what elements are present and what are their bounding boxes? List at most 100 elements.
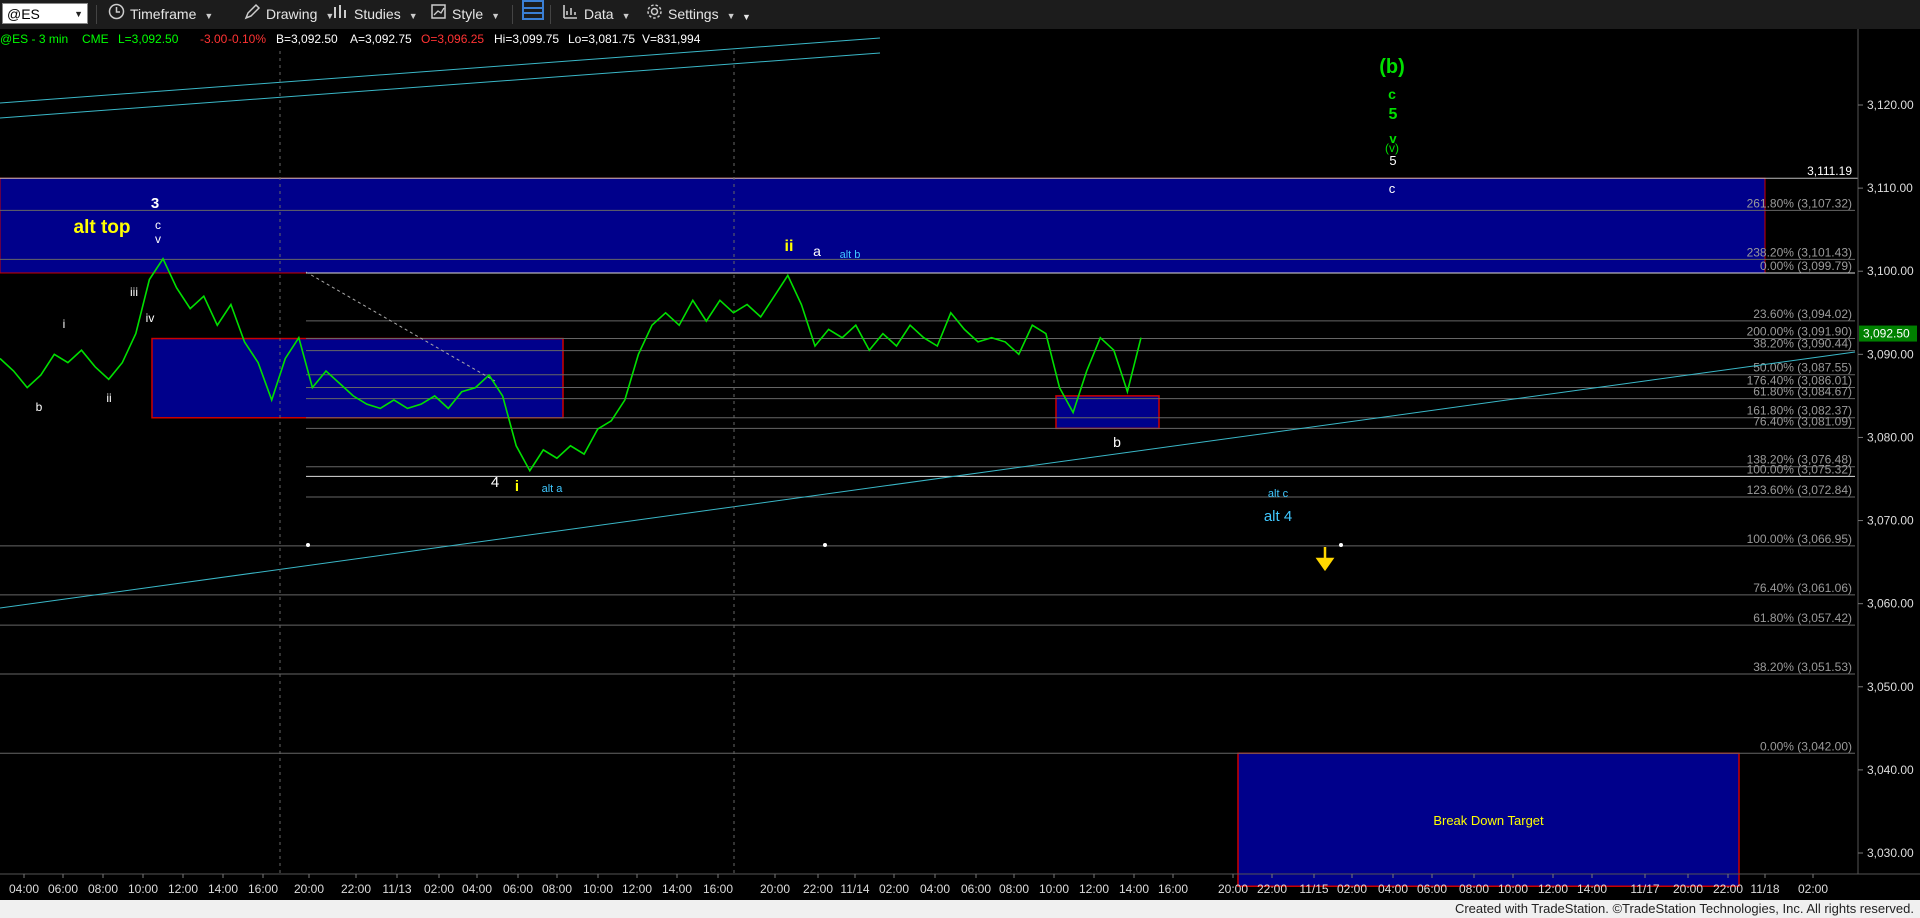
x-tick-label: 20:00 [1673, 882, 1703, 896]
y-tick-label: 3,110.00 [1867, 181, 1913, 195]
quote-open: O=3,096.25 [421, 32, 484, 46]
toolbar-separator [512, 5, 513, 24]
style-button[interactable]: Style ▼ [430, 0, 500, 29]
symbol-dropdown-icon[interactable]: ▼ [74, 4, 83, 25]
x-tick-label: 08:00 [999, 882, 1029, 896]
x-tick-label: 10:00 [1039, 882, 1069, 896]
marker-dot [1339, 543, 1343, 547]
x-tick-label: 20:00 [1218, 882, 1248, 896]
wave-label-b: b [36, 400, 43, 414]
x-tick-label: 11/15 [1299, 882, 1328, 896]
y-tick-label: 3,040.00 [1867, 763, 1914, 777]
quote-exchange: CME [82, 32, 109, 46]
alt-top-zone [0, 177, 1766, 274]
x-tick-label: 16:00 [248, 882, 278, 896]
x-tick-label: 06:00 [48, 882, 78, 896]
fib-label: 0.00% (3,042.00) [1760, 739, 1852, 753]
wave-label-b: b [1113, 434, 1121, 450]
chevron-down-icon: ▼ [726, 11, 736, 21]
drawing-label: Drawing [266, 6, 318, 22]
fib-label: 238.20% (3,101.43) [1747, 245, 1852, 259]
wave-label-iv: iv [146, 311, 155, 325]
quote-bid: B=3,092.50 [276, 32, 338, 46]
wave-label-ii: ii [785, 238, 794, 255]
fib-label: 23.60% (3,094.02) [1753, 307, 1852, 321]
studies-button[interactable]: Studies ▼ [332, 0, 418, 29]
wave-label-c: c [1388, 86, 1396, 102]
wave-label-i: i [63, 317, 66, 331]
timeframe-button[interactable]: Timeframe ▼ [108, 0, 213, 29]
toolbar-separator [550, 5, 551, 24]
wave-label-v: v [155, 232, 161, 246]
x-tick-label: 04:00 [920, 882, 950, 896]
x-tick-label: 06:00 [961, 882, 991, 896]
y-tick-label: 3,120.00 [1867, 98, 1914, 112]
pencil-icon [244, 1, 261, 30]
fib-label: 61.80% (3,057.42) [1753, 611, 1852, 625]
x-tick-label: 16:00 [703, 882, 733, 896]
style-icon [430, 1, 447, 30]
quote-volume: V=831,994 [642, 32, 701, 46]
wave-label-c: c [155, 218, 161, 232]
wave-label-5: 5 [1389, 106, 1398, 123]
x-tick-label: 10:00 [128, 882, 158, 896]
x-tick-label: 12:00 [1079, 882, 1109, 896]
quote-instrument: @ES - 3 min [0, 32, 68, 46]
timeframe-label: Timeframe [130, 6, 197, 22]
marker-dot [306, 543, 310, 547]
x-tick-label: 06:00 [1417, 882, 1447, 896]
x-tick-label: 20:00 [760, 882, 790, 896]
marker-dot [823, 543, 827, 547]
x-tick-label: 04:00 [462, 882, 492, 896]
quote-ask: A=3,092.75 [350, 32, 412, 46]
chevron-down-icon: ▼ [204, 11, 214, 21]
price-chart[interactable]: Break Down Target 3,111.19 261.80% (3,107… [0, 29, 1920, 900]
x-tick-label: 08:00 [1459, 882, 1489, 896]
x-tick-label: 06:00 [503, 882, 533, 896]
last-price-label: 3,092.50 [1863, 327, 1910, 341]
wave-label-5: 5 [1389, 153, 1396, 168]
wave-label-alta: alt a [542, 483, 564, 495]
drawing-button[interactable]: Drawing ▼ [244, 0, 334, 29]
wave-label-c: c [1389, 181, 1396, 196]
y-tick-label: 3,050.00 [1867, 680, 1914, 694]
support-zone-right [1055, 395, 1160, 430]
y-tick-label: 3,100.00 [1867, 264, 1914, 278]
x-tick-label: 14:00 [662, 882, 692, 896]
x-tick-label: 04:00 [1378, 882, 1408, 896]
y-tick-label: 3,060.00 [1867, 597, 1914, 611]
x-tick-label: 02:00 [879, 882, 909, 896]
wave-label-ii: ii [106, 391, 111, 405]
settings-label: Settings [668, 6, 719, 22]
symbol-input[interactable]: @ES ▼ [2, 3, 88, 24]
settings-button[interactable]: Settings ▼ [646, 0, 736, 29]
layout-button[interactable] [522, 0, 549, 29]
wave-label-i: i [515, 478, 519, 495]
chevron-down-icon: ▼ [408, 11, 418, 21]
resistance-label: 3,111.19 [1807, 164, 1852, 178]
clock-icon [108, 1, 125, 30]
wave-label-altb: alt b [840, 249, 861, 261]
x-tick-label: 10:00 [1498, 882, 1528, 896]
wave-label-altc: alt c [1268, 488, 1289, 500]
footer: Created with TradeStation. ©TradeStation… [0, 900, 1920, 918]
x-tick-label: 16:00 [1158, 882, 1188, 896]
gear-icon [646, 1, 663, 30]
y-tick-label: 3,080.00 [1867, 430, 1914, 444]
fib-label: 38.20% (3,090.44) [1753, 337, 1852, 351]
x-tick-label: 12:00 [168, 882, 198, 896]
x-tick-label: 14:00 [1577, 882, 1607, 896]
x-tick-label: 22:00 [803, 882, 833, 896]
x-tick-label: 14:00 [208, 882, 238, 896]
wave-label-a: a [813, 243, 821, 259]
toolbar: @ES ▼ Timeframe ▼ Drawing ▼ Studies ▼ Style… [0, 0, 1920, 30]
fib-label: 0.00% (3,099.79) [1760, 259, 1852, 273]
overflow-chevron-icon[interactable]: ▼ [742, 3, 751, 32]
x-tick-label: 12:00 [622, 882, 652, 896]
x-tick-label: 22:00 [1713, 882, 1743, 896]
y-tick-label: 3,090.00 [1867, 347, 1914, 361]
quote-low: Lo=3,081.75 [568, 32, 635, 46]
data-button[interactable]: Data ▼ [562, 0, 631, 29]
wave-label-4: 4 [491, 474, 499, 491]
fib-label: 123.60% (3,072.84) [1747, 483, 1852, 497]
